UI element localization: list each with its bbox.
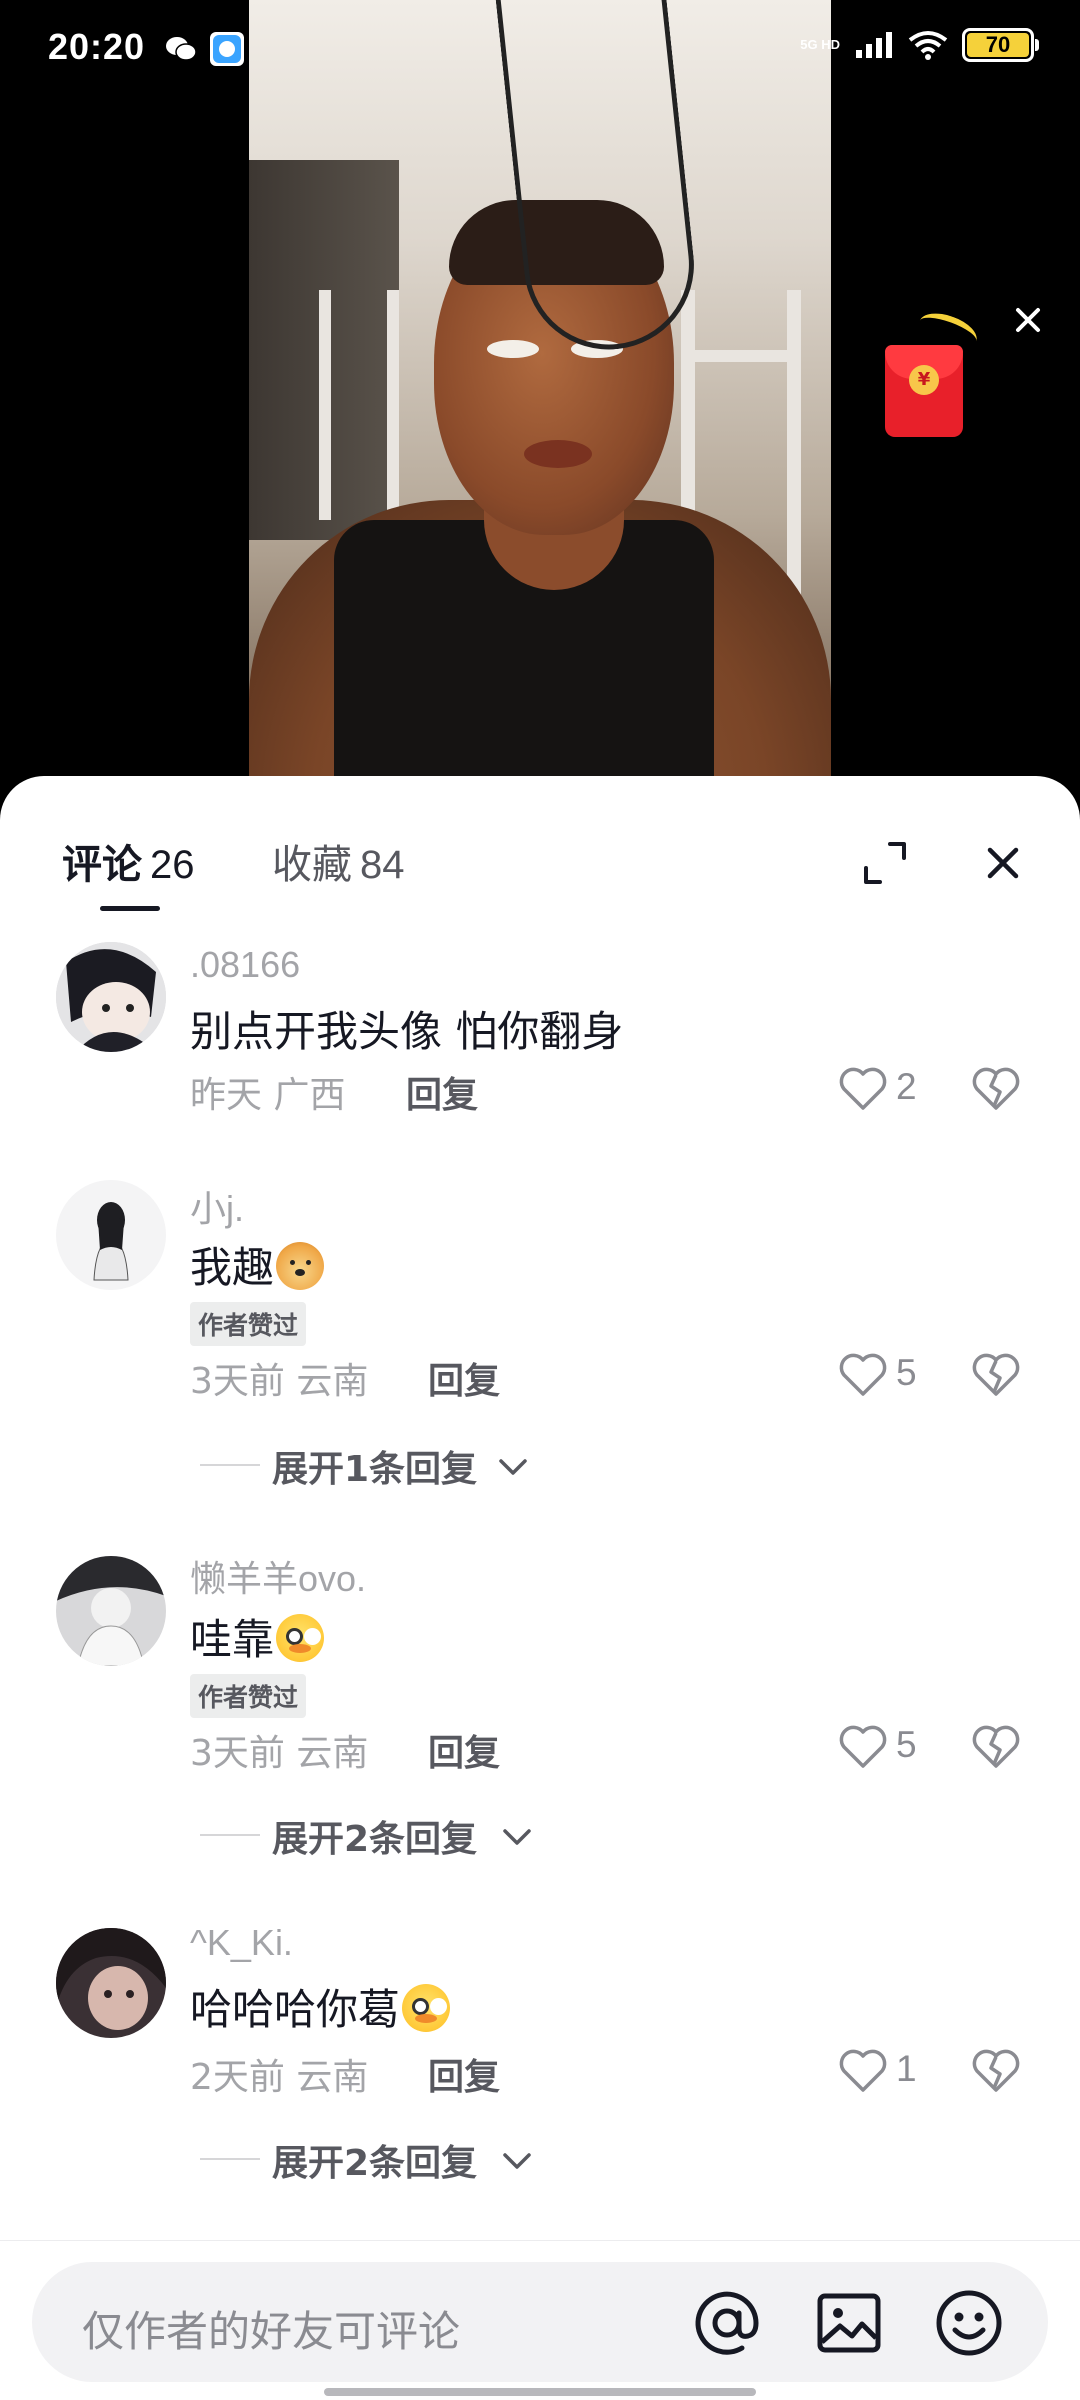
- sheet-tabs: 评论 26 收藏 84: [0, 776, 1080, 916]
- fullscreen-icon[interactable]: [862, 840, 908, 886]
- broken-heart-icon[interactable]: [970, 1352, 1022, 1398]
- wechat-icon: [166, 37, 197, 61]
- video-frame[interactable]: [249, 0, 831, 790]
- expand-divider: [200, 2158, 260, 2160]
- reply-button[interactable]: 回复: [428, 2048, 500, 2100]
- like-count: 5: [896, 1352, 917, 1393]
- broken-heart-icon[interactable]: [970, 1724, 1022, 1770]
- expand-replies-button[interactable]: 展开2条回复: [272, 1810, 477, 1862]
- flushed-emoji-icon: [402, 1984, 451, 2032]
- at-icon[interactable]: [692, 2288, 762, 2358]
- comment-text: 哇靠: [190, 1606, 325, 1667]
- comment-count: 26: [150, 843, 195, 887]
- home-indicator: [324, 2388, 756, 2396]
- network-label: 5G HD: [800, 37, 840, 52]
- status-time: 20:20: [48, 26, 146, 67]
- like-count: 2: [896, 1066, 917, 1107]
- broken-heart-icon[interactable]: [970, 2048, 1022, 2094]
- avatar[interactable]: [56, 1928, 166, 2038]
- comment-time-location: 3天前 云南: [190, 1733, 369, 1774]
- heart-icon[interactable]: [838, 1724, 888, 1770]
- expand-replies-button[interactable]: 展开2条回复: [272, 2134, 477, 2186]
- author-liked-badge: 作者赞过: [190, 1674, 307, 1718]
- avatar[interactable]: [56, 1180, 166, 1290]
- heart-icon[interactable]: [838, 2048, 888, 2094]
- status-bar: 20:20 5G HD 70: [0, 0, 1080, 100]
- expand-divider: [200, 1464, 260, 1466]
- comment-input-placeholder: 仅作者的好友可评论: [82, 2307, 461, 2356]
- battery-indicator: 70: [962, 28, 1039, 62]
- app-notification-icon: [210, 32, 244, 66]
- reply-button[interactable]: 回复: [428, 1724, 500, 1776]
- chevron-down-icon[interactable]: [500, 1826, 534, 1848]
- chevron-down-icon[interactable]: [500, 2150, 534, 2172]
- battery-level: 70: [967, 33, 1029, 57]
- image-icon[interactable]: [816, 2290, 882, 2356]
- comment-time-location: 3天前 云南: [190, 1361, 369, 1402]
- active-tab-underline: [100, 906, 160, 911]
- like-count: 5: [896, 1724, 917, 1765]
- avatar[interactable]: [56, 942, 166, 1052]
- tab-favorites[interactable]: 收藏 84: [272, 832, 405, 890]
- reply-button[interactable]: 回复: [428, 1352, 500, 1404]
- reply-button[interactable]: 回复: [406, 1066, 478, 1118]
- doge-emoji-icon: [276, 1242, 325, 1290]
- chevron-down-icon[interactable]: [496, 1456, 530, 1478]
- comment-text: 别点开我头像 怕你翻身: [190, 1007, 624, 1056]
- comment-sheet: 评论 26 收藏 84 .08166 别点开我头像 怕你翻身 昨天 广西 回复 …: [0, 776, 1080, 2400]
- emoji-icon[interactable]: [934, 2288, 1004, 2358]
- flushed-emoji-icon: [276, 1614, 325, 1662]
- favorite-count: 84: [360, 843, 405, 887]
- heart-icon[interactable]: [838, 1352, 888, 1398]
- heart-icon[interactable]: [838, 1066, 888, 1112]
- like-count: 1: [896, 2048, 917, 2089]
- expand-divider: [200, 1834, 260, 1836]
- wifi-icon: [908, 31, 948, 60]
- avatar-image: [56, 942, 166, 1052]
- avatar-image: [56, 1556, 166, 1666]
- author-liked-badge: 作者赞过: [190, 1302, 307, 1346]
- avatar[interactable]: [56, 1556, 166, 1666]
- tab-comments[interactable]: 评论 26: [62, 832, 195, 890]
- red-packet-coin-icon: ¥: [909, 365, 939, 395]
- close-icon[interactable]: [978, 838, 1028, 888]
- comment-input[interactable]: 仅作者的好友可评论: [32, 2262, 1048, 2382]
- video-player[interactable]: 20:20 5G HD 70 ¥: [0, 0, 1080, 800]
- broken-heart-icon[interactable]: [970, 1066, 1022, 1112]
- comment-time-location: 昨天 广西: [190, 1075, 346, 1116]
- comment-username[interactable]: ^K_Ki.: [190, 1922, 293, 1964]
- comment-text: 我趣: [190, 1234, 325, 1295]
- expand-replies-button[interactable]: 展开1条回复: [272, 1440, 477, 1492]
- avatar-image: [56, 1928, 166, 2038]
- avatar-image: [56, 1180, 166, 1290]
- comment-time-location: 2天前 云南: [190, 2057, 369, 2098]
- close-icon[interactable]: [1008, 300, 1048, 340]
- comment-username[interactable]: 小j.: [190, 1180, 244, 1232]
- comment-text: 哈哈哈你葛: [190, 1976, 451, 2037]
- comment-username[interactable]: .08166: [190, 944, 300, 986]
- red-packet-button[interactable]: ¥: [885, 345, 963, 437]
- signal-icon: [856, 32, 892, 58]
- comment-username[interactable]: 懒羊羊ovo.: [190, 1550, 366, 1602]
